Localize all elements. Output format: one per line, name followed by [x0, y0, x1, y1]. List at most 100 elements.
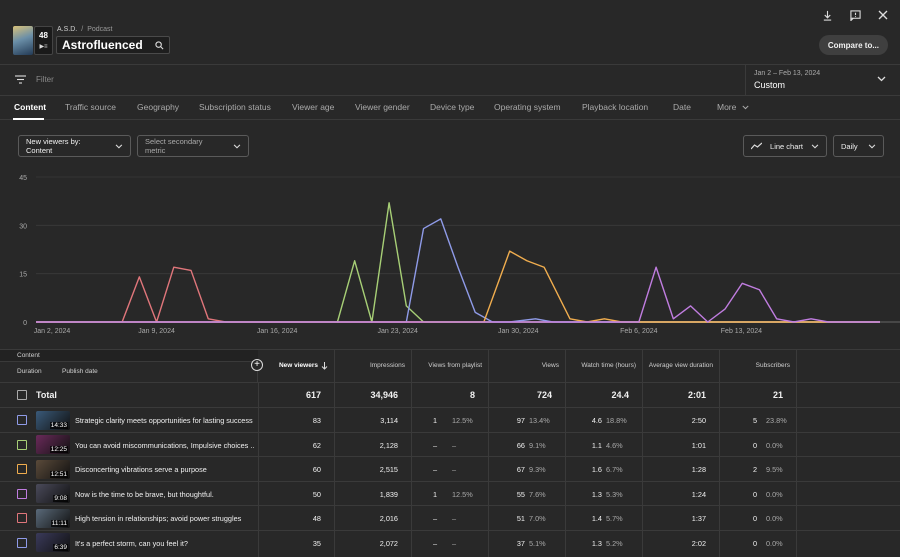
- window-actions: [820, 8, 890, 22]
- views-percent: 9.1%: [529, 440, 546, 450]
- col-average-view-duration[interactable]: Average view duration: [643, 350, 720, 382]
- tab-more[interactable]: More: [717, 102, 749, 112]
- breadcrumb-separator: /: [81, 26, 84, 33]
- tab-date[interactable]: Date: [673, 102, 691, 112]
- chart-type-dropdown[interactable]: Line chart: [743, 135, 827, 157]
- secondary-metric-dropdown[interactable]: Select secondary metric: [137, 135, 249, 157]
- video-thumbnail[interactable]: 14:33: [36, 410, 70, 430]
- publish-date-header[interactable]: Publish date: [62, 368, 98, 375]
- watch-time-percent: 6.7%: [606, 465, 623, 474]
- col-impressions[interactable]: Impressions: [335, 350, 412, 382]
- chart-type-label: Line chart: [770, 141, 803, 151]
- video-title[interactable]: Now is the time to be brave, but thought…: [75, 490, 255, 499]
- playlist-count: 48: [39, 31, 48, 40]
- tab-device-type[interactable]: Device type: [430, 102, 474, 112]
- row-checkbox[interactable]: [17, 464, 27, 474]
- video-title[interactable]: Strategic clarity meets opportunities fo…: [75, 416, 255, 425]
- video-title[interactable]: High tension in relationships; avoid pow…: [75, 514, 255, 523]
- tab-subscription-status[interactable]: Subscription status: [199, 102, 271, 112]
- col-watch-time[interactable]: Watch time (hours): [566, 350, 643, 382]
- table-row[interactable]: 11:11 High tension in relationships; avo…: [0, 505, 900, 530]
- subscribers-value: 0: [752, 489, 757, 499]
- video-thumbnail[interactable]: 9:08: [36, 484, 70, 503]
- watch-time-percent: 5.3%: [606, 489, 623, 499]
- row-checkbox[interactable]: [17, 488, 27, 499]
- tab-operating-system[interactable]: Operating system: [494, 102, 561, 112]
- col-new-viewers[interactable]: New viewers: [258, 350, 335, 382]
- table-row[interactable]: 6:39 It's a perfect storm, can you feel …: [0, 529, 900, 555]
- row-checkbox[interactable]: [17, 415, 27, 425]
- x-tick-label: Jan 30, 2024: [498, 328, 539, 335]
- video-title[interactable]: Disconcerting vibrations serve a purpose: [75, 465, 255, 474]
- page-title: Astrofluenced: [62, 38, 143, 52]
- video-duration: 12:51: [49, 470, 68, 478]
- total-average-view-duration: 2:01: [687, 390, 706, 400]
- series-line-1[interactable]: [36, 266, 880, 323]
- chevron-down-icon: [233, 143, 241, 149]
- subscribers-percent: 0.0%: [766, 514, 783, 523]
- series-line-4[interactable]: [36, 250, 880, 323]
- new-viewers-value: 83: [312, 416, 321, 425]
- interval-dropdown[interactable]: Daily: [833, 135, 884, 157]
- tab-traffic-source[interactable]: Traffic source: [65, 102, 116, 112]
- impressions-value: 3,114: [380, 416, 398, 425]
- average-view-duration-value: 1:28: [691, 465, 706, 474]
- series-line-5[interactable]: [36, 266, 880, 323]
- tab-viewer-age[interactable]: Viewer age: [292, 102, 334, 112]
- video-thumbnail[interactable]: 12:25: [36, 435, 70, 454]
- video-title[interactable]: It's a perfect storm, can you feel it?: [75, 539, 255, 548]
- views-from-playlist-percent: –: [452, 440, 457, 450]
- views-percent: 5.1%: [529, 538, 546, 548]
- tab-viewer-gender[interactable]: Viewer gender: [355, 102, 410, 112]
- feedback-icon[interactable]: [848, 8, 862, 22]
- close-icon[interactable]: [876, 8, 890, 22]
- filter-input[interactable]: Filter: [36, 75, 54, 84]
- average-view-duration-value: 1:24: [691, 489, 706, 499]
- content-type: Podcast: [87, 26, 113, 33]
- table-row[interactable]: 12:25 You can avoid miscommunications, I…: [0, 431, 900, 457]
- video-duration: 6:39: [53, 544, 68, 551]
- col-views-from-playlist[interactable]: Views from playlist: [412, 350, 489, 382]
- views-from-playlist-value: 1: [432, 416, 437, 425]
- table-header-dimension: Content Duration Publish date: [0, 350, 258, 382]
- search-icon[interactable]: [155, 40, 164, 50]
- video-thumbnail[interactable]: 12:51: [36, 459, 70, 479]
- table-row[interactable]: 14:33 Strategic clarity meets opportunit…: [0, 407, 900, 432]
- active-tab-indicator: [13, 118, 44, 120]
- duration-header[interactable]: Duration: [17, 368, 42, 375]
- col-subscribers[interactable]: Subscribers: [720, 350, 797, 382]
- secondary-metric-label: Select secondary metric: [145, 137, 203, 155]
- row-checkbox[interactable]: [17, 439, 27, 450]
- title-selector[interactable]: Astrofluenced: [56, 36, 170, 54]
- download-icon[interactable]: [820, 8, 834, 22]
- primary-metric-dropdown[interactable]: New viewers by: Content: [18, 135, 131, 157]
- video-thumbnail[interactable]: 11:11: [36, 508, 70, 528]
- series-line-3[interactable]: [36, 218, 880, 323]
- channel-name[interactable]: A.S.D.: [57, 26, 77, 33]
- select-all-checkbox[interactable]: [17, 390, 27, 400]
- total-label: Total: [36, 390, 57, 400]
- subscribers-value: 0: [752, 440, 757, 450]
- date-range-picker[interactable]: Jan 2 – Feb 13, 2024 Custom: [745, 65, 900, 95]
- video-duration: 11:11: [50, 519, 68, 527]
- y-tick-label: 15: [19, 272, 27, 279]
- compare-button[interactable]: Compare to...: [818, 35, 888, 55]
- subscribers-value: 0: [752, 538, 757, 548]
- watch-time-value: 1.3: [591, 489, 602, 499]
- table-row[interactable]: 9:08 Now is the time to be brave, but th…: [0, 480, 900, 506]
- col-views[interactable]: Views: [489, 350, 566, 382]
- filter-icon[interactable]: [15, 75, 26, 86]
- tab-playback-location[interactable]: Playback location: [582, 102, 648, 112]
- watch-time-value: 4.6: [591, 416, 602, 425]
- row-checkbox[interactable]: [17, 513, 27, 523]
- video-title[interactable]: You can avoid miscommunications, Impulsi…: [75, 441, 255, 450]
- video-thumbnail[interactable]: 6:39: [36, 533, 70, 552]
- tab-geography[interactable]: Geography: [137, 102, 179, 112]
- table-row[interactable]: 12:51 Disconcerting vibrations serve a p…: [0, 456, 900, 481]
- tab-content[interactable]: Content: [14, 102, 46, 112]
- impressions-value: 2,072: [379, 538, 398, 548]
- playlist-thumbnail[interactable]: 48 ▶≡: [13, 26, 53, 55]
- row-checkbox[interactable]: [17, 537, 27, 548]
- views-from-playlist-percent: 12.5%: [452, 416, 473, 425]
- watch-time-percent: 5.7%: [606, 514, 623, 523]
